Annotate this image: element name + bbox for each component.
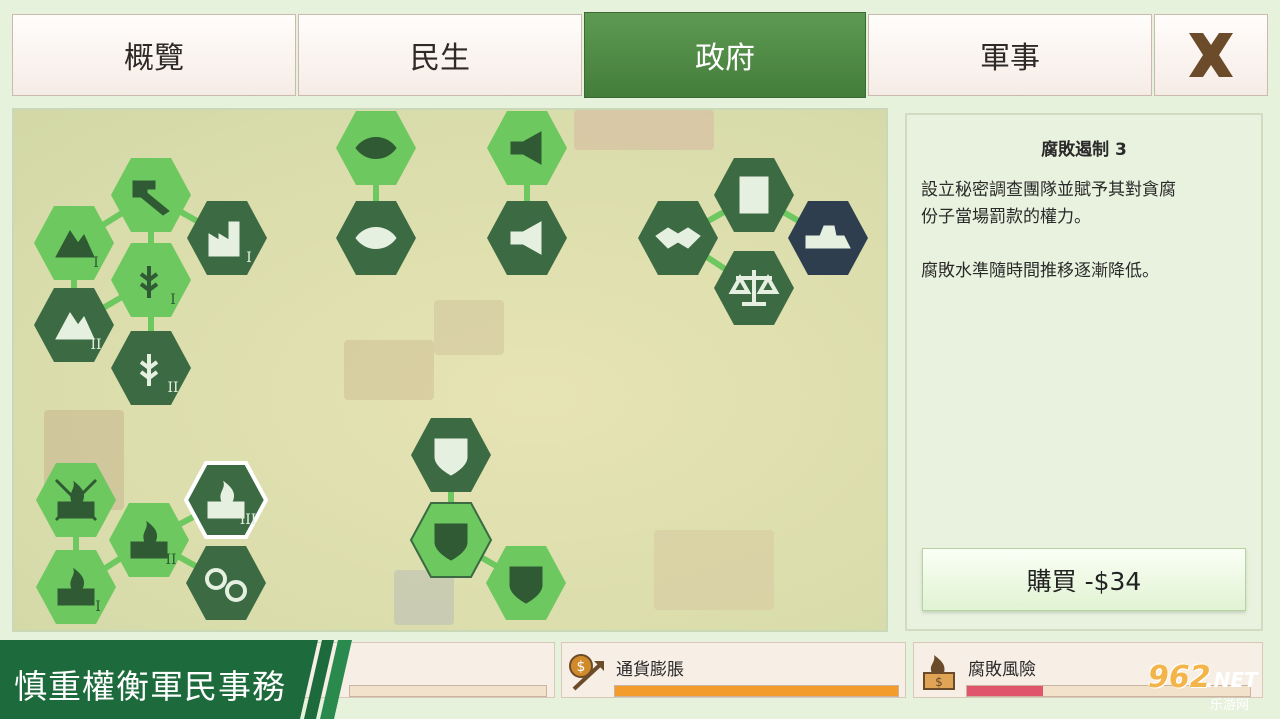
tab-military[interactable]: 軍事 — [868, 14, 1152, 96]
inflation-bar-fill — [615, 686, 898, 696]
tech-node-mining-1[interactable]: I — [34, 206, 114, 280]
tech-node-propaganda-2[interactable] — [487, 201, 567, 275]
tech-node-farm-2[interactable]: II — [111, 331, 191, 405]
tech-tier-label: II — [165, 552, 176, 568]
stat-partial-bar — [349, 685, 547, 697]
tech-node-anti-corruption-0[interactable] — [36, 463, 116, 537]
banner-text: 慎重權衡軍民事務 — [14, 667, 286, 706]
tech-tier-label: I — [93, 255, 99, 271]
close-button[interactable] — [1154, 14, 1268, 96]
corruption-bar-fill — [967, 686, 1044, 696]
watermark-net: .NET — [1206, 668, 1258, 692]
tech-node-surveillance-1[interactable] — [336, 111, 416, 185]
tech-node-police-3[interactable] — [486, 546, 566, 620]
tech-info-panel: 腐敗遏制 3 設立秘密調查團隊並賦予其對貪腐 份子當場罰款的權力。 腐敗水準隨時… — [905, 113, 1263, 631]
close-x-icon — [1189, 33, 1233, 77]
tech-node-police-2[interactable] — [409, 502, 493, 578]
inflation-stat: $ 通貨膨脹 — [561, 642, 906, 698]
corruption-label: 腐敗風險 — [968, 660, 1036, 680]
tech-node-diplomacy[interactable] — [638, 201, 718, 275]
watermark-sub: 乐游网 — [1210, 698, 1250, 713]
tech-node-propaganda-1[interactable] — [487, 111, 567, 185]
watermark-number: 962 — [1148, 660, 1211, 695]
tech-tier-label: III — [240, 512, 257, 528]
tech-tier-label: I — [95, 599, 101, 615]
tab-livelihood[interactable]: 民生 — [298, 14, 582, 96]
inflation-bar — [614, 685, 899, 697]
checklist-icon — [739, 176, 769, 214]
tab-overview[interactable]: 概覽 — [12, 14, 296, 96]
buy-button[interactable]: 購買 -$34 — [922, 548, 1246, 611]
tech-tree-map: I II I I II I II III — [12, 108, 888, 632]
tech-node-surveillance-2[interactable] — [336, 201, 416, 275]
svg-text:$: $ — [577, 659, 586, 675]
svg-text:$: $ — [935, 675, 943, 689]
tech-node-anti-corruption-2[interactable]: II — [109, 503, 189, 577]
tech-tree-graph: IIIIIIIIIIIII — [34, 111, 868, 624]
tech-description: 設立秘密調查團隊並賦予其對貪腐 份子當場罰款的權力。 腐敗水準隨時間推移逐漸降低… — [921, 180, 1176, 281]
burning-money-icon: $ — [923, 655, 955, 690]
tech-node-hammer[interactable] — [111, 158, 191, 232]
tech-tier-label: II — [167, 380, 178, 396]
tech-node-construction[interactable] — [788, 201, 868, 275]
tech-node-handcuffs[interactable] — [186, 546, 266, 620]
site-watermark: 962 .NET 乐游网 — [1148, 660, 1274, 716]
tech-tier-label: I — [246, 250, 252, 266]
tech-node-ballot[interactable] — [714, 158, 794, 232]
tech-node-farm-1[interactable]: I — [111, 243, 191, 317]
tech-node-justice[interactable] — [714, 251, 794, 325]
tech-title: 腐敗遏制 3 — [1041, 140, 1127, 160]
tech-tier-label: I — [170, 292, 176, 308]
tech-node-mining-2[interactable]: II — [34, 288, 114, 362]
tech-tier-label: II — [90, 337, 101, 353]
inflation-arrow-icon: $ — [569, 654, 604, 691]
tab-government[interactable]: 政府 — [584, 12, 866, 98]
promo-banner: 慎重權衡軍民事務 — [0, 640, 352, 719]
tech-node-police-1[interactable] — [411, 418, 491, 492]
inflation-label: 通貨膨脹 — [616, 660, 684, 680]
tech-node-anti-corruption-3[interactable]: III — [183, 461, 269, 539]
tab-bar: 概覽 民生 政府 軍事 — [12, 12, 1268, 98]
tech-node-industry-1[interactable]: I — [187, 201, 267, 275]
tech-node-anti-corruption-1[interactable]: I — [36, 550, 116, 624]
